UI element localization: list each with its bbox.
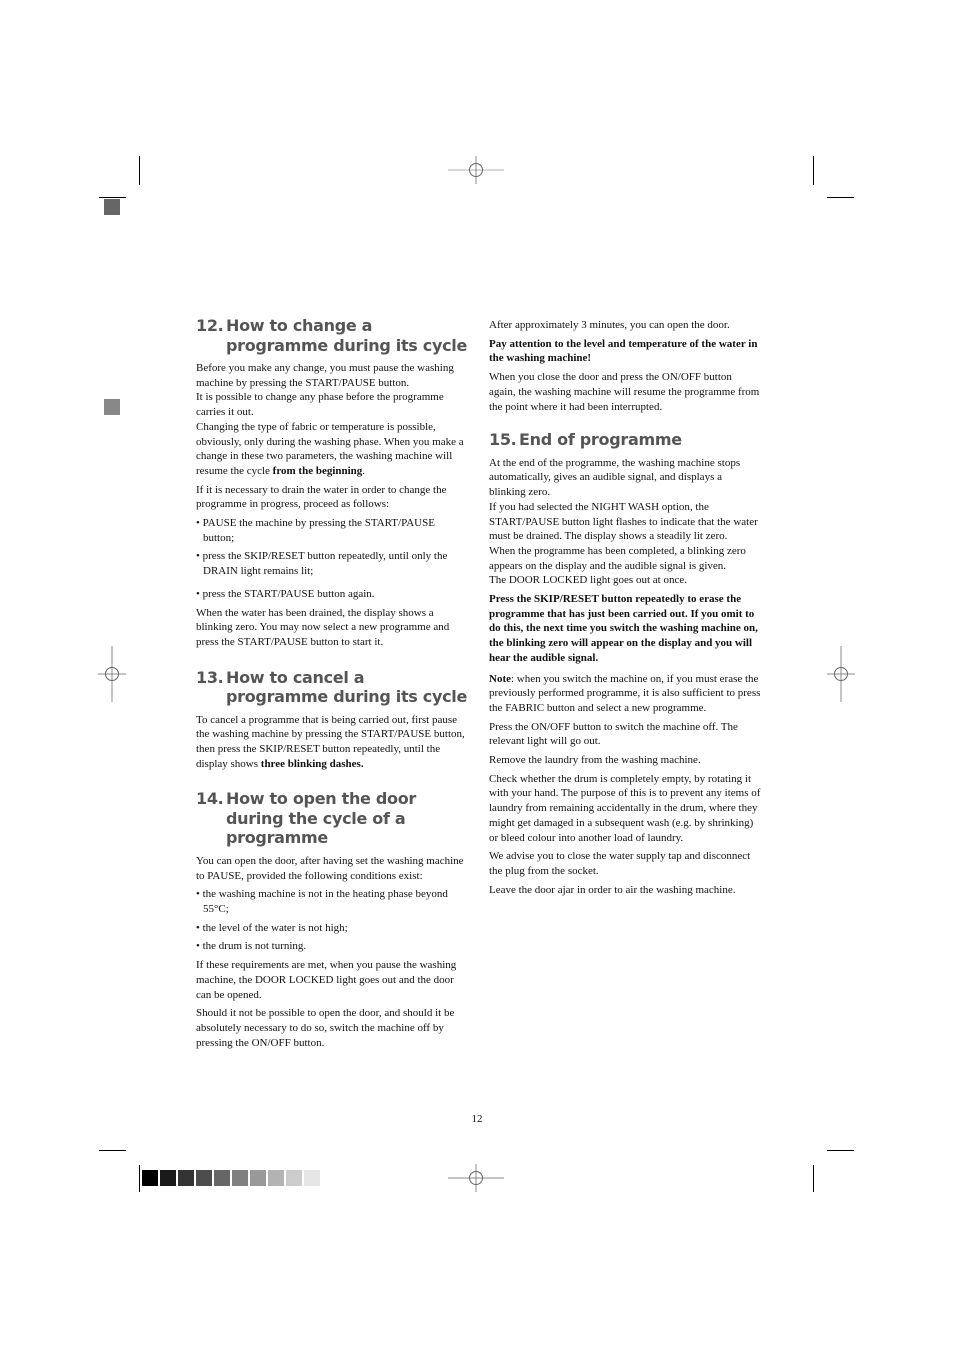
paragraph: Remove the laundry from the washing mach… — [489, 754, 701, 767]
gray-scale-swatch — [250, 1170, 266, 1186]
list-item: • the washing machine is not in the heat… — [196, 888, 448, 916]
gray-scale-swatch — [232, 1170, 248, 1186]
gray-scale-swatch — [268, 1170, 284, 1186]
list-item: • press the SKIP/RESET button repeatedly… — [196, 550, 448, 578]
paragraph: We advise you to close the water supply … — [489, 850, 751, 877]
paragraph: Changing the type of fabric or temperatu… — [196, 420, 464, 477]
registration-mark-icon — [448, 1164, 504, 1192]
page-number: 12 — [471, 1113, 483, 1125]
list-item: • the level of the water is not high; — [196, 921, 348, 934]
side-marker-square — [104, 199, 120, 215]
paragraph: If you had selected the NIGHT WASH optio… — [489, 500, 758, 543]
gray-scale-swatch — [178, 1170, 194, 1186]
paragraph: When you close the door and press the ON… — [489, 371, 760, 413]
paragraph: Check whether the drum is completely emp… — [489, 772, 761, 844]
gray-scale-swatch — [160, 1170, 176, 1186]
crop-mark — [139, 156, 140, 185]
section-12-heading: 12. How to change a programme during its… — [196, 316, 468, 355]
section-number: 14. — [196, 789, 224, 809]
paragraph: Should it not be possible to open the do… — [196, 1007, 455, 1049]
gray-scale-swatch — [214, 1170, 230, 1186]
crop-mark — [827, 197, 854, 198]
gray-scale-swatch — [196, 1170, 212, 1186]
section-number: 13. — [196, 667, 224, 687]
list-item: • press the START/PAUSE button again. — [196, 587, 375, 600]
paragraph: At the end of the programme, the washing… — [489, 456, 741, 499]
paragraph: Press the ON/OFF button to switch the ma… — [489, 720, 738, 748]
section-title: How to open the door during the cycle of… — [226, 789, 416, 848]
paragraph: After approximately 3 minutes, you can o… — [489, 319, 730, 331]
section-14-heading: 14. How to open the door during the cycl… — [196, 789, 468, 848]
right-column: After approximately 3 minutes, you can o… — [489, 318, 761, 901]
section-title: How to cancel a programme during its cyc… — [226, 667, 468, 707]
paragraph: It is possible to change any phase befor… — [196, 391, 444, 419]
paragraph: When the programme has been completed, a… — [489, 544, 746, 572]
gray-scale-swatch — [286, 1170, 302, 1186]
section-number: 12. — [196, 316, 224, 335]
gray-scale-swatch — [304, 1170, 320, 1186]
paragraph: If it is necessary to drain the water in… — [196, 483, 447, 511]
section-title: How to change a programme during its cyc… — [226, 316, 468, 355]
crop-mark — [99, 197, 126, 198]
list-item: • PAUSE the machine by pressing the STAR… — [196, 517, 435, 544]
registration-mark-icon — [98, 646, 126, 702]
section-number: 15. — [489, 430, 517, 450]
important-paragraph: Press the SKIP/RESET button repeatedly t… — [489, 593, 758, 664]
paragraph: You can open the door, after having set … — [196, 854, 464, 882]
paragraph: If these requirements are met, when you … — [196, 959, 457, 1001]
registration-mark-icon — [448, 156, 504, 184]
paragraph: The DOOR LOCKED light goes out at once. — [489, 574, 687, 587]
list-item: • the drum is not turning. — [196, 940, 307, 953]
gray-scale-swatch — [142, 1170, 158, 1186]
paragraph: When the water has been drained, the dis… — [196, 606, 450, 648]
note-paragraph: Note: when you switch the machine on, if… — [489, 672, 761, 714]
section-title: End of programme — [519, 430, 682, 450]
crop-mark — [99, 1150, 126, 1151]
registration-mark-icon — [827, 646, 855, 702]
paragraph: To cancel a programme that is being carr… — [196, 713, 465, 770]
side-marker-square — [104, 399, 120, 415]
warning-paragraph: Pay attention to the level and temperatu… — [489, 337, 758, 365]
paragraph: Before you make any change, you must pau… — [196, 362, 454, 389]
crop-mark — [827, 1150, 854, 1151]
section-15-heading: 15. End of programme — [489, 430, 761, 450]
section-13-heading: 13. How to cancel a programme during its… — [196, 668, 468, 707]
paragraph: Leave the door ajar in order to air the … — [489, 883, 736, 896]
crop-mark — [813, 1165, 814, 1192]
crop-mark — [139, 1165, 140, 1192]
left-column: 12. How to change a programme during its… — [196, 316, 468, 1054]
crop-mark — [813, 156, 814, 185]
